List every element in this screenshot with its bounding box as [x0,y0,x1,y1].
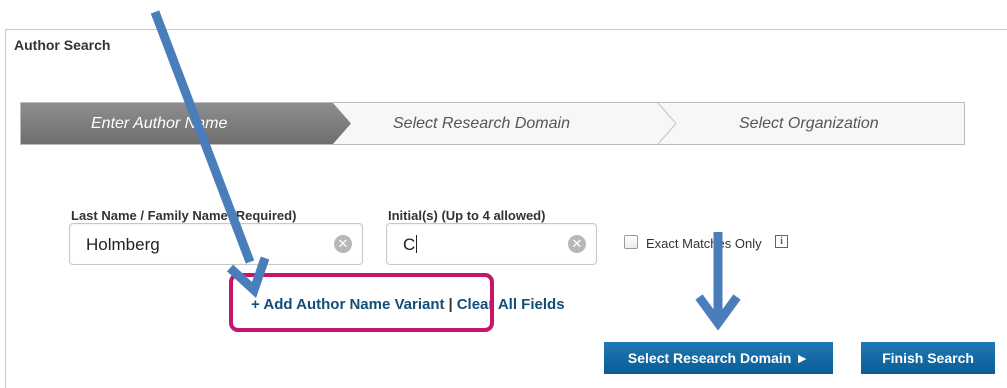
step-select-research-domain[interactable]: Select Research Domain [393,115,570,133]
finish-search-button[interactable]: Finish Search [861,342,995,374]
step-select-organization[interactable]: Select Organization [739,115,879,133]
exact-matches-label: Exact Matches Only [646,236,762,251]
last-name-label: Last Name / Family Name (Required) [71,208,297,223]
step-chevron-icon [657,103,677,144]
clear-x-icon[interactable]: ✕ [334,235,352,253]
step-label-enter-author-name: Enter Author Name [91,115,228,132]
highlight-box [229,273,494,332]
initials-label: Initial(s) (Up to 4 allowed) [388,208,546,223]
exact-matches-checkbox[interactable] [624,235,638,249]
panel-title: Author Search [14,37,111,53]
initials-field[interactable]: C ✕ [386,223,597,265]
info-icon[interactable]: i [775,235,788,248]
last-name-field[interactable]: Holmberg ✕ [69,223,363,265]
last-name-value: Holmberg [86,235,160,254]
select-research-domain-button[interactable]: Select Research Domain ► [604,342,833,374]
clear-x-icon[interactable]: ✕ [568,235,586,253]
initials-value: C [403,235,418,254]
wizard-steps: Enter Author Name Select Research Domain… [20,102,965,145]
